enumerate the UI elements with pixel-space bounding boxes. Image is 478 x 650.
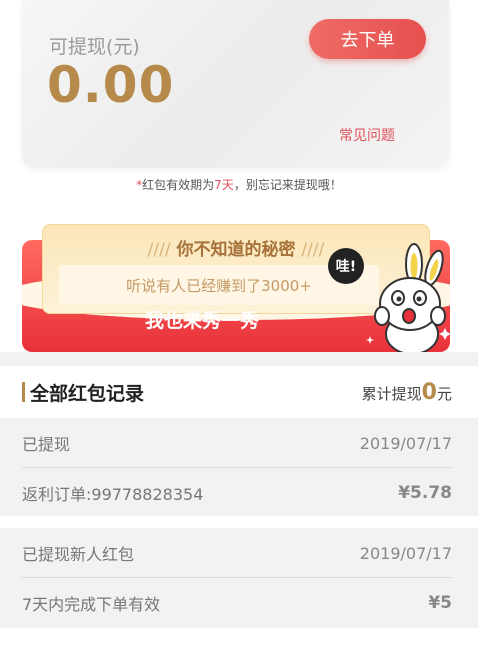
record-amount: ¥5.78 bbox=[398, 483, 452, 503]
cumulative-withdrawal: 累计提现0元 bbox=[362, 380, 452, 405]
record-desc: 返利订单:99778828354 bbox=[22, 485, 204, 504]
record-amount: ¥5 bbox=[428, 593, 452, 613]
record-status: 已提现 bbox=[22, 435, 71, 454]
section-accent-bar bbox=[22, 382, 25, 402]
notice-days: 7天 bbox=[214, 178, 234, 192]
wow-bubble-text: 哇! bbox=[335, 259, 357, 275]
promo-title-deco-right: //// bbox=[301, 240, 325, 260]
record-desc: 7天内完成下单有效 bbox=[22, 595, 161, 614]
balance-label: 可提现(元) bbox=[49, 36, 140, 58]
record-card: 已提现 2019/07/17 返利订单:99778828354 ¥5.78 bbox=[0, 418, 478, 516]
cumulative-label: 累计提现 bbox=[361, 385, 422, 403]
record-card: 已提现新人红包 2019/07/17 7天内完成下单有效 ¥5 bbox=[0, 528, 478, 628]
record-status-row: 已提现 2019/07/17 bbox=[22, 418, 452, 468]
record-date: 2019/07/17 bbox=[359, 433, 452, 453]
wow-bubble: 哇! bbox=[328, 248, 364, 284]
records-header: 全部红包记录 累计提现0元 bbox=[0, 366, 478, 418]
validity-notice: *红包有效期为7天，别忘记来提现哦！ bbox=[0, 176, 478, 193]
go-order-button[interactable]: 去下单 bbox=[309, 19, 426, 59]
faq-link[interactable]: 常见问题 bbox=[339, 125, 395, 145]
balance-value: 0.00 bbox=[47, 56, 175, 114]
rabbit-mascot-icon bbox=[366, 243, 451, 352]
notice-prefix: 红包有效期为 bbox=[142, 178, 215, 192]
record-separator bbox=[0, 516, 478, 528]
notice-suffix: ，别忘记来提现哦！ bbox=[233, 178, 342, 192]
show-off-button[interactable]: 我也来秀一秀 bbox=[22, 306, 382, 333]
balance-card: 可提现(元) 0.00 去下单 常见问题 bbox=[22, 0, 449, 168]
section-spacer bbox=[0, 352, 478, 366]
promo-title: 你不知道的秘密 bbox=[176, 240, 296, 260]
promo-title-deco-left: //// bbox=[147, 240, 171, 260]
cumulative-value: 0 bbox=[421, 380, 437, 405]
record-status: 已提现新人红包 bbox=[22, 545, 135, 564]
record-detail-row: 7天内完成下单有效 ¥5 bbox=[22, 578, 452, 628]
record-date: 2019/07/17 bbox=[359, 543, 452, 563]
promo-subtitle: 听说有人已经赚到了3000+ bbox=[126, 277, 312, 295]
record-detail-row: 返利订单:99778828354 ¥5.78 bbox=[22, 468, 452, 518]
promo-banner[interactable]: //// 你不知道的秘密 //// 听说有人已经赚到了3000+ 我也来秀一秀 bbox=[22, 218, 451, 352]
cumulative-unit: 元 bbox=[436, 385, 452, 403]
record-status-row: 已提现新人红包 2019/07/17 bbox=[22, 528, 452, 578]
records-title: 全部红包记录 bbox=[30, 383, 145, 405]
